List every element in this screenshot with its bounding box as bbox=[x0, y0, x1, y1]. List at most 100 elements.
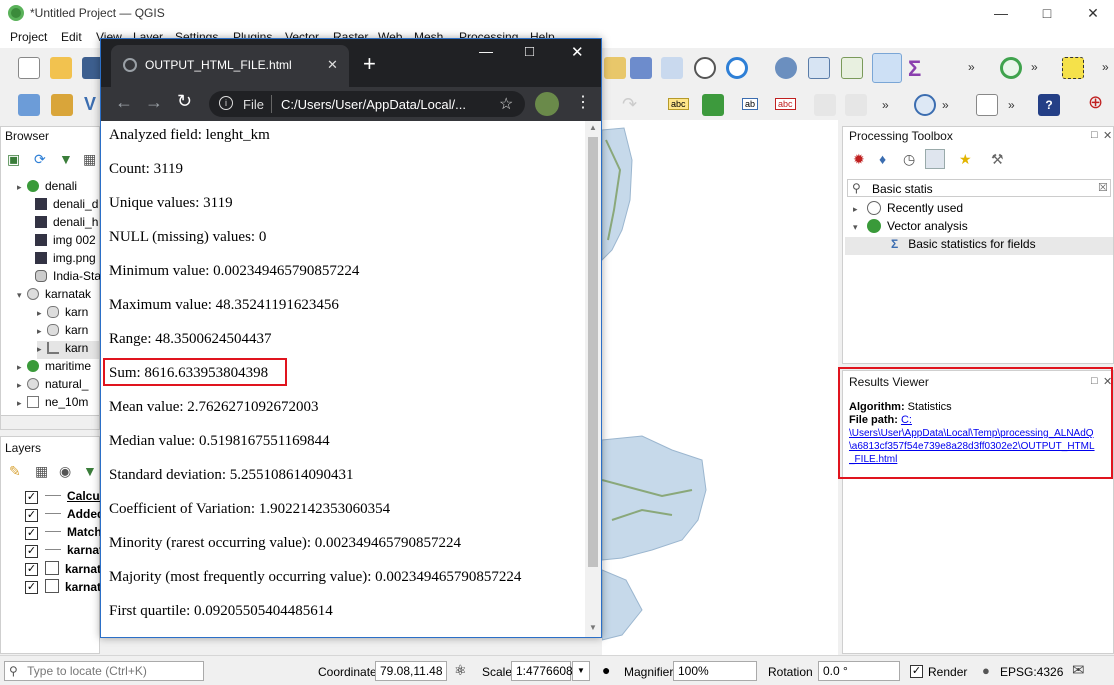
processing-toolbox-icon[interactable] bbox=[872, 53, 902, 83]
browser-item[interactable]: ▸ karn bbox=[37, 323, 88, 341]
map-canvas[interactable] bbox=[601, 120, 838, 655]
scale-dropdown-icon[interactable]: ▼ bbox=[572, 661, 590, 681]
toolbar2-overflow-icon-2[interactable]: » bbox=[942, 98, 949, 112]
browser-item[interactable]: img.png bbox=[35, 251, 96, 269]
scale-field[interactable]: 1:4776608 bbox=[511, 661, 573, 681]
scrollbar-thumb[interactable] bbox=[588, 137, 598, 567]
browser-item[interactable]: img 002 bbox=[35, 233, 96, 251]
add-vector-icon[interactable] bbox=[51, 94, 73, 116]
results-viewer-icon[interactable] bbox=[925, 149, 945, 169]
clock-icon[interactable] bbox=[694, 57, 716, 79]
new-project-icon[interactable] bbox=[18, 57, 40, 79]
help-icon[interactable]: ? bbox=[1038, 94, 1060, 116]
menu-project[interactable]: Project bbox=[10, 30, 47, 44]
browser-item[interactable]: ▸ karn bbox=[37, 305, 88, 323]
crs-globe-icon[interactable]: ● bbox=[982, 663, 990, 678]
layer-checkbox[interactable]: ✓ bbox=[25, 581, 38, 594]
clear-search-icon[interactable]: ☒ bbox=[1098, 181, 1108, 194]
statistics-sigma-icon[interactable]: Σ bbox=[908, 56, 921, 82]
browser-item[interactable]: ▸ denali bbox=[17, 179, 77, 197]
browser-item[interactable]: ▾ karnatak bbox=[17, 287, 91, 305]
new-tab-button[interactable]: + bbox=[363, 51, 376, 77]
layer-item[interactable]: Added bbox=[45, 507, 104, 525]
render-checkbox[interactable]: ✓ bbox=[910, 665, 923, 678]
rotation-field[interactable]: 0.0 ° bbox=[818, 661, 900, 681]
refresh-icon[interactable] bbox=[726, 57, 748, 79]
browser-item[interactable]: ▸ natural_ bbox=[17, 377, 88, 395]
close-tab-icon[interactable]: ✕ bbox=[327, 57, 338, 73]
browser-item[interactable]: ▸ ne_10m bbox=[17, 395, 88, 413]
close-button[interactable]: ✕ bbox=[1070, 0, 1114, 26]
layer-checkbox[interactable]: ✓ bbox=[25, 509, 38, 522]
toolbox-basic-statistics[interactable]: Σ Basic statistics for fields bbox=[845, 237, 1113, 255]
python-icon[interactable]: ♦ bbox=[879, 151, 886, 167]
browser-hscrollbar[interactable] bbox=[1, 415, 99, 429]
filter-legend-icon[interactable]: ▼ bbox=[83, 463, 97, 479]
close-panel-icon[interactable]: ✕ bbox=[1103, 129, 1112, 142]
new-print-layout-icon[interactable] bbox=[976, 94, 998, 116]
field-calculator-icon[interactable] bbox=[841, 57, 863, 79]
browser-item-selected[interactable]: ▸ karn bbox=[37, 341, 99, 359]
toggle-extents-icon[interactable]: ⚛ bbox=[454, 662, 467, 679]
menu-dots-icon[interactable]: ⋮ bbox=[575, 92, 591, 112]
layer-checkbox[interactable]: ✓ bbox=[25, 545, 38, 558]
browser-item[interactable]: denali_h bbox=[35, 215, 98, 233]
toolbar-overflow-icon[interactable]: » bbox=[968, 60, 975, 74]
toolbar2-overflow-icon-3[interactable]: » bbox=[1008, 98, 1015, 112]
pin-label-icon[interactable]: ab bbox=[742, 98, 759, 110]
content-scrollbar[interactable]: ▲ ▼ bbox=[585, 121, 601, 637]
messages-icon[interactable]: ✉ bbox=[1072, 661, 1085, 679]
lock-icon[interactable]: ● bbox=[602, 662, 610, 678]
address-bar[interactable]: i File C:/Users/User/AppData/Local/... ☆ bbox=[209, 91, 525, 117]
browser-close-button[interactable]: ✕ bbox=[571, 43, 584, 61]
collapse-icon[interactable]: ▦ bbox=[83, 151, 96, 168]
attribute-table-icon[interactable] bbox=[808, 57, 830, 79]
layer-checkbox[interactable]: ✓ bbox=[25, 527, 38, 540]
toolbox-search-field[interactable]: ⚲ Basic statis ☒ bbox=[847, 179, 1111, 197]
label-tool-icon[interactable] bbox=[702, 94, 724, 116]
browser-minimize-button[interactable]: — bbox=[479, 43, 493, 59]
magnifier-field[interactable]: 100% bbox=[673, 661, 757, 681]
select-rectangle-icon[interactable] bbox=[1062, 57, 1084, 79]
crs-label[interactable]: EPSG:4326 bbox=[1000, 665, 1063, 679]
layer-item[interactable]: karnat bbox=[45, 579, 101, 597]
float-panel-icon[interactable]: □ bbox=[1091, 129, 1098, 141]
new-bookmark-icon[interactable] bbox=[661, 57, 683, 79]
toolbar2-overflow-icon[interactable]: » bbox=[882, 98, 889, 112]
refresh-browser-icon[interactable]: ⟳ bbox=[34, 151, 46, 168]
models-icon[interactable]: ✹ bbox=[853, 151, 865, 168]
history-icon[interactable]: ◷ bbox=[903, 151, 915, 168]
options-icon[interactable]: ⚒ bbox=[991, 151, 1004, 168]
layer-item[interactable]: karnat bbox=[45, 543, 103, 561]
browser-item[interactable]: ▸ maritime bbox=[17, 359, 91, 377]
back-icon[interactable]: ← bbox=[115, 92, 133, 113]
bookmark-star-icon[interactable]: ☆ bbox=[499, 94, 513, 114]
add-selected-icon[interactable]: ▣ bbox=[7, 151, 20, 168]
minimize-button[interactable]: — bbox=[978, 0, 1024, 26]
toolbar-overflow-icon-3[interactable]: » bbox=[1102, 60, 1109, 74]
layer-checkbox[interactable]: ✓ bbox=[25, 491, 38, 504]
forward-icon[interactable]: → bbox=[145, 92, 163, 113]
scroll-up-icon[interactable]: ▲ bbox=[589, 123, 597, 132]
locator-input[interactable]: ⚲ Type to locate (Ctrl+K) bbox=[4, 661, 204, 681]
select-feature-icon[interactable] bbox=[604, 57, 626, 79]
browser-item[interactable]: India-Sta bbox=[35, 269, 101, 287]
toolbox-vector-analysis[interactable]: ▾ Vector analysis bbox=[853, 219, 968, 237]
profile-avatar[interactable] bbox=[535, 92, 559, 116]
info-icon[interactable]: i bbox=[219, 96, 233, 110]
visibility-icon[interactable]: ◉ bbox=[59, 463, 71, 480]
web-service-icon[interactable] bbox=[914, 94, 936, 116]
scroll-down-icon[interactable]: ▼ bbox=[589, 623, 597, 632]
locator-search-icon[interactable] bbox=[1000, 57, 1022, 79]
bookmark-icon[interactable] bbox=[630, 57, 652, 79]
digitize-icon[interactable]: V bbox=[84, 94, 96, 115]
coordinate-field[interactable]: 79.08,11.48 bbox=[375, 661, 447, 681]
crosshair-icon[interactable]: ⊕ bbox=[1088, 92, 1103, 113]
layer-item[interactable]: karnat bbox=[45, 561, 101, 579]
toolbar-overflow-icon-2[interactable]: » bbox=[1031, 60, 1038, 74]
layer-checkbox[interactable]: ✓ bbox=[25, 563, 38, 576]
reload-icon[interactable]: ↻ bbox=[177, 91, 192, 112]
add-group-icon[interactable]: ▦ bbox=[35, 463, 48, 480]
hide-label-icon[interactable]: abc bbox=[775, 98, 796, 110]
browser-item[interactable]: denali_d bbox=[35, 197, 98, 215]
